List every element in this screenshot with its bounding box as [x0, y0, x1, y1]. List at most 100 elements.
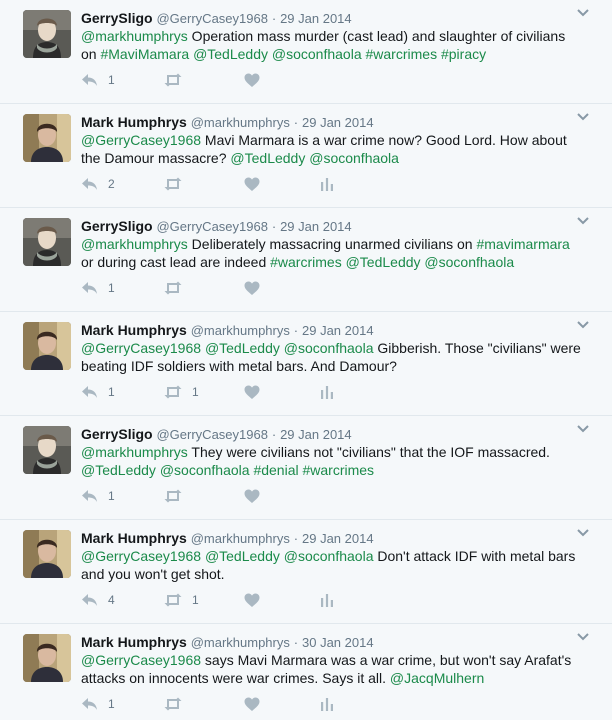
chevron-down-icon[interactable]: [576, 110, 590, 124]
mention-link[interactable]: @TedLeddy: [230, 150, 305, 166]
author-handle[interactable]: @markhumphrys: [191, 323, 290, 338]
author-name[interactable]: GerrySligo: [81, 218, 153, 234]
mention-link[interactable]: @markhumphrys: [81, 444, 188, 460]
like-button[interactable]: [244, 694, 260, 714]
mention-link[interactable]: @soconfhaola: [424, 254, 514, 270]
author-handle[interactable]: @GerryCasey1968: [156, 219, 267, 234]
avatar[interactable]: [23, 114, 71, 162]
chevron-down-icon[interactable]: [576, 318, 590, 332]
tweet-1[interactable]: GerrySligo @GerryCasey1968 · 29 Jan 2014…: [0, 0, 612, 104]
chevron-down-icon[interactable]: [576, 6, 590, 20]
mention-link[interactable]: @TedLeddy: [193, 46, 268, 62]
mention-link[interactable]: @markhumphrys: [81, 236, 188, 252]
heart-icon: [244, 489, 260, 504]
tweet-date[interactable]: 29 Jan 2014: [302, 115, 374, 130]
author-handle[interactable]: @markhumphrys: [191, 635, 290, 650]
hashtag-link[interactable]: #MaviMamara: [100, 46, 189, 62]
author-name[interactable]: GerrySligo: [81, 10, 153, 26]
hashtag-link[interactable]: #warcrimes: [270, 254, 342, 270]
tweet-5[interactable]: GerrySligo @GerryCasey1968 · 29 Jan 2014…: [0, 416, 612, 520]
author-handle[interactable]: @markhumphrys: [191, 115, 290, 130]
chevron-down-icon[interactable]: [576, 214, 590, 228]
chevron-down-icon[interactable]: [576, 630, 590, 644]
mention-link[interactable]: @TedLeddy: [346, 254, 421, 270]
hashtag-link[interactable]: #warcrimes: [302, 462, 374, 478]
avatar[interactable]: [23, 530, 71, 578]
like-button[interactable]: [244, 70, 260, 90]
author-name[interactable]: Mark Humphrys: [81, 634, 187, 650]
mention-link[interactable]: @markhumphrys: [81, 28, 188, 44]
mention-link[interactable]: @soconfhaola: [160, 462, 250, 478]
retweet-button[interactable]: [163, 174, 192, 194]
separator-dot: ·: [293, 115, 299, 130]
mention-link[interactable]: @GerryCasey1968: [81, 548, 201, 564]
reply-button[interactable]: 1: [81, 694, 115, 714]
analytics-button[interactable]: [320, 382, 334, 402]
retweet-button[interactable]: [163, 486, 192, 506]
analytics-button[interactable]: [320, 174, 334, 194]
mention-link[interactable]: @GerryCasey1968: [81, 340, 201, 356]
like-button[interactable]: [244, 174, 260, 194]
like-button[interactable]: [244, 590, 260, 610]
mention-link[interactable]: @TedLeddy: [205, 340, 280, 356]
like-button[interactable]: [244, 486, 260, 506]
mention-link[interactable]: @soconfhaola: [272, 46, 362, 62]
author-handle[interactable]: @GerryCasey1968: [156, 11, 267, 26]
reply-button[interactable]: 2: [81, 174, 115, 194]
avatar[interactable]: [23, 322, 71, 370]
author-name[interactable]: GerrySligo: [81, 426, 153, 442]
hashtag-link[interactable]: #piracy: [441, 46, 486, 62]
tweet-date[interactable]: 29 Jan 2014: [280, 11, 352, 26]
separator-dot: ·: [271, 11, 277, 26]
tweet-date[interactable]: 29 Jan 2014: [280, 219, 352, 234]
reply-button[interactable]: 1: [81, 70, 115, 90]
avatar[interactable]: [23, 218, 71, 266]
mention-link[interactable]: @GerryCasey1968: [81, 132, 201, 148]
retweet-button[interactable]: [163, 70, 192, 90]
reply-button[interactable]: 1: [81, 382, 115, 402]
reply-icon: [81, 72, 99, 88]
author-name[interactable]: Mark Humphrys: [81, 322, 187, 338]
hashtag-link[interactable]: #mavimarmara: [476, 236, 569, 252]
retweet-button[interactable]: [163, 694, 192, 714]
avatar[interactable]: [23, 426, 71, 474]
tweet-header: Mark Humphrys @markhumphrys · 29 Jan 201…: [81, 113, 572, 132]
tweet-date[interactable]: 29 Jan 2014: [302, 323, 374, 338]
author-name[interactable]: Mark Humphrys: [81, 114, 187, 130]
chevron-down-icon[interactable]: [576, 422, 590, 436]
tweet-date[interactable]: 29 Jan 2014: [280, 427, 352, 442]
hashtag-link[interactable]: #denial: [253, 462, 298, 478]
mention-link[interactable]: @soconfhaola: [309, 150, 399, 166]
tweet-date[interactable]: 30 Jan 2014: [302, 635, 374, 650]
analytics-button[interactable]: [320, 694, 334, 714]
tweet-6[interactable]: Mark Humphrys @markhumphrys · 29 Jan 201…: [0, 520, 612, 624]
reply-button[interactable]: 1: [81, 486, 115, 506]
mention-link[interactable]: @TedLeddy: [205, 548, 280, 564]
tweet-2[interactable]: Mark Humphrys @markhumphrys · 29 Jan 201…: [0, 104, 612, 208]
like-button[interactable]: [244, 278, 260, 298]
analytics-button[interactable]: [320, 590, 334, 610]
mention-link[interactable]: @soconfhaola: [284, 548, 374, 564]
avatar[interactable]: [23, 10, 71, 58]
reply-count: 4: [108, 593, 115, 607]
tweet-date[interactable]: 29 Jan 2014: [302, 531, 374, 546]
retweet-button[interactable]: 1: [163, 590, 199, 610]
author-handle[interactable]: @markhumphrys: [191, 531, 290, 546]
mention-link[interactable]: @TedLeddy: [81, 462, 156, 478]
avatar[interactable]: [23, 634, 71, 682]
retweet-button[interactable]: [163, 278, 192, 298]
like-button[interactable]: [244, 382, 260, 402]
tweet-7[interactable]: Mark Humphrys @markhumphrys · 30 Jan 201…: [0, 624, 612, 720]
tweet-4[interactable]: Mark Humphrys @markhumphrys · 29 Jan 201…: [0, 312, 612, 416]
author-name[interactable]: Mark Humphrys: [81, 530, 187, 546]
mention-link[interactable]: @JacqMulhern: [390, 670, 484, 686]
mention-link[interactable]: @GerryCasey1968: [81, 652, 201, 668]
reply-button[interactable]: 4: [81, 590, 115, 610]
hashtag-link[interactable]: #warcrimes: [366, 46, 438, 62]
tweet-3[interactable]: GerrySligo @GerryCasey1968 · 29 Jan 2014…: [0, 208, 612, 312]
author-handle[interactable]: @GerryCasey1968: [156, 427, 267, 442]
mention-link[interactable]: @soconfhaola: [284, 340, 374, 356]
retweet-button[interactable]: 1: [163, 382, 199, 402]
chevron-down-icon[interactable]: [576, 526, 590, 540]
reply-button[interactable]: 1: [81, 278, 115, 298]
